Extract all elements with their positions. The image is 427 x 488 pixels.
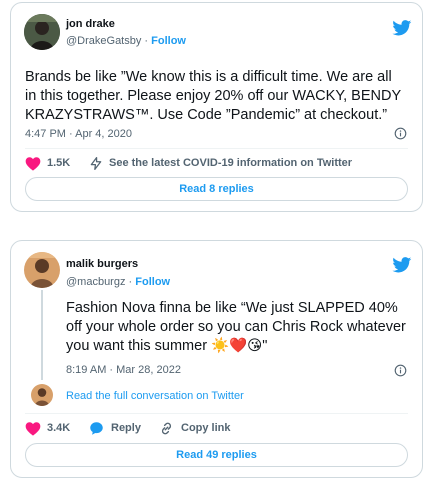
twitter-bird-icon[interactable] (392, 20, 412, 36)
avatar-small[interactable] (31, 384, 53, 406)
tweet-text-line: off your whole order so you can Chris Ro… (66, 319, 406, 335)
separator: · (128, 276, 133, 288)
tweet-text-line: you want this summer (66, 338, 208, 354)
copy-link-label: Copy link (181, 422, 231, 434)
avatar[interactable] (24, 14, 60, 50)
heart-icon (25, 157, 41, 171)
link-icon (161, 422, 172, 435)
reply-label: Reply (111, 422, 141, 434)
covid-info-link[interactable]: See the latest COVID-19 information on T… (89, 157, 389, 171)
follow-button[interactable]: Follow (135, 276, 170, 288)
reply-bubble-icon (90, 422, 103, 435)
tweet-text-line: Brands be like ”We know this is a diffic… (25, 69, 392, 85)
separator: · (144, 35, 149, 47)
display-name[interactable]: jon drake (66, 18, 115, 30)
follow-button[interactable]: Follow (151, 35, 186, 47)
tweet-text-line: KRAZYSTRAWS™. Use Code ”Pandemic” at che… (25, 107, 388, 123)
read-conversation-link[interactable]: Read the full conversation on Twitter (66, 390, 244, 402)
timestamp[interactable]: 8:19 AM · Mar 28, 2022 (66, 364, 181, 376)
read-replies-button[interactable]: Read 8 replies (25, 177, 408, 201)
twitter-bird-icon[interactable] (392, 257, 412, 273)
divider (25, 148, 408, 149)
tweet-text-line: in this together. Please enjoy 20% off o… (25, 88, 402, 104)
like-count: 3.4K (47, 422, 71, 434)
timestamp[interactable]: 4:47 PM · Apr 4, 2020 (25, 128, 132, 140)
reply-button[interactable]: Reply (89, 422, 149, 436)
avatar[interactable] (24, 252, 60, 288)
handle-row: @macburgz · Follow (66, 276, 170, 288)
tweet-text-line: Fashion Nova finna be like “We just SLAP… (66, 300, 398, 316)
like-count: 1.5K (47, 157, 71, 169)
like-button[interactable]: 1.5K (25, 157, 85, 171)
display-name[interactable]: malik burgers (66, 258, 138, 270)
divider (25, 413, 408, 414)
handle[interactable]: @macburgz (66, 276, 125, 288)
tweet-text-line-last: you want this summer ☀️❤️😘" (66, 337, 416, 356)
handle-row: @DrakeGatsby · Follow (66, 35, 186, 47)
tweet-text: Brands be like ”We know this is a diffic… (25, 68, 420, 125)
handle[interactable]: @DrakeGatsby (66, 35, 141, 47)
thread-line (41, 290, 43, 380)
read-replies-button[interactable]: Read 49 replies (25, 443, 408, 467)
emoji-suffix: ☀️❤️😘" (211, 338, 268, 354)
tweet-card-jon-drake: jon drake @DrakeGatsby · Follow Brands b… (10, 2, 423, 212)
tweet-card-malik-burgers: malik burgers @macburgz · Follow Fashion… (10, 240, 423, 478)
info-icon[interactable] (394, 127, 407, 140)
copy-link-button[interactable]: Copy link (159, 422, 249, 436)
lightning-icon (90, 157, 102, 170)
like-button[interactable]: 3.4K (25, 422, 85, 436)
tweet-text: Fashion Nova finna be like “We just SLAP… (66, 299, 416, 356)
info-icon[interactable] (394, 364, 407, 377)
heart-icon (25, 422, 41, 436)
covid-info-text: See the latest COVID-19 information on T… (109, 157, 353, 169)
